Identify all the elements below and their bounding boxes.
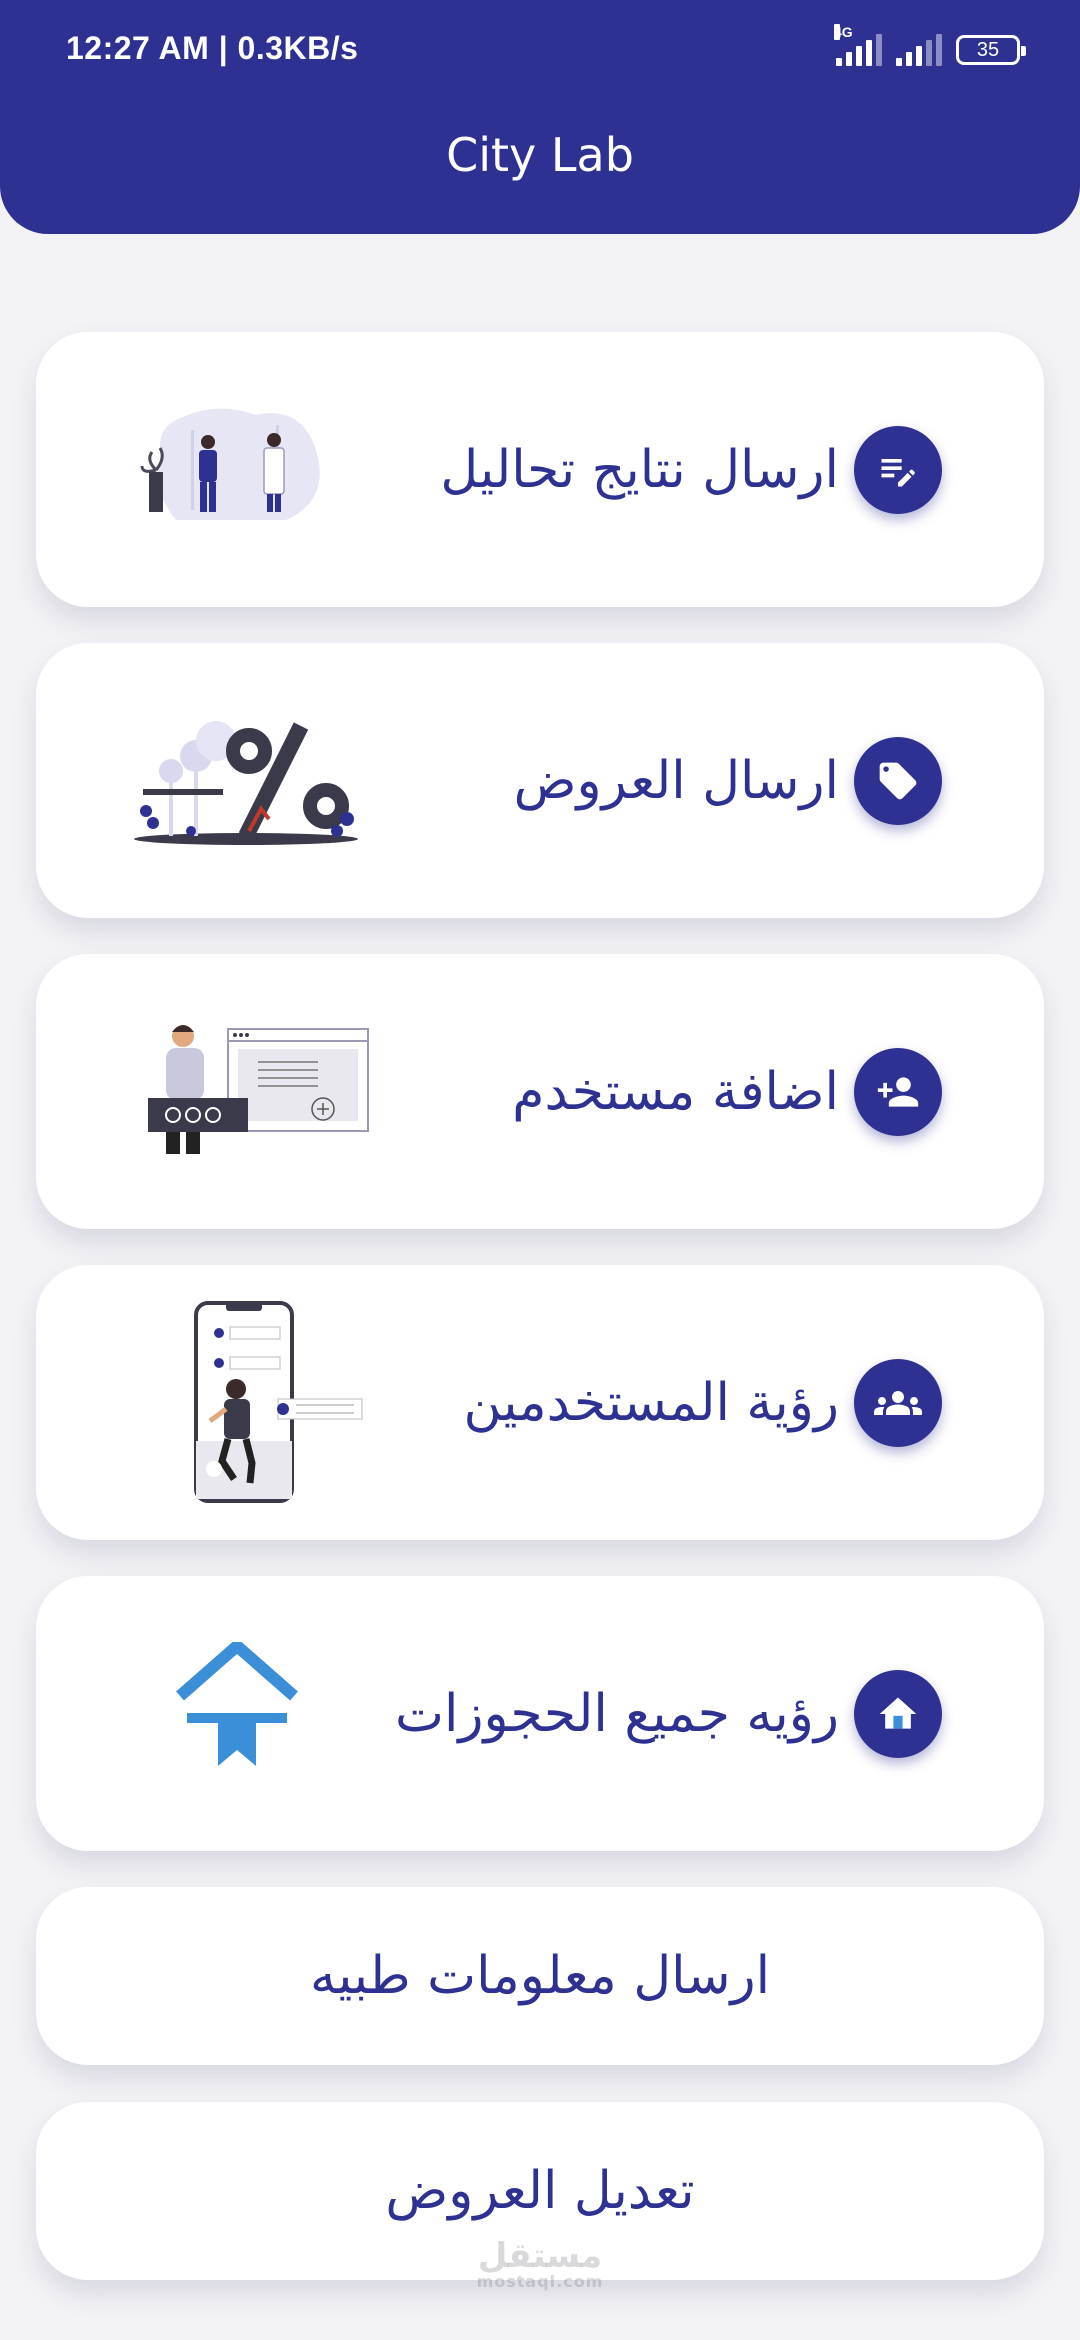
watermark-logo: مستقل mostaql.com (0, 2236, 1080, 2291)
group-icon (854, 1358, 942, 1447)
tag-icon (854, 736, 942, 825)
doctors-illustration (136, 400, 336, 534)
menu-card-send-offers[interactable]: ارسال العروض (36, 643, 1044, 918)
edit-note-icon (854, 425, 942, 514)
menu-label: رؤية المستخدمين (463, 1372, 839, 1433)
menu-label: اضافة مستخدم (512, 1061, 839, 1122)
menu-card-view-bookings[interactable]: رؤيه جميع الحجوزات (36, 1576, 1044, 1851)
discount-illustration (131, 711, 361, 855)
battery-level: 35 (976, 38, 1000, 61)
watermark-text: مستقل (477, 2236, 603, 2276)
menu-card-send-medical-info[interactable]: ارسال معلومات طبيه (36, 1887, 1044, 2065)
menu-label: رؤيه جميع الحجوزات (394, 1683, 839, 1744)
phone-user-illustration (156, 1300, 366, 1509)
signal-icon: 4G (834, 24, 882, 66)
menu-label: ارسال معلومات طبيه (309, 1946, 771, 2006)
home-icon (854, 1669, 942, 1758)
status-icons: 4G 35 (834, 24, 1026, 70)
person-add-icon (854, 1047, 942, 1136)
watermark-sub: mostaql.com (476, 2272, 604, 2291)
app-header: 12:27 AM | 0.3KB/s 4G 35 City Lab (0, 0, 1080, 234)
page-title: City Lab (446, 128, 634, 182)
status-time: 12:27 AM | 0.3KB/s (66, 30, 359, 66)
menu-label: ارسال العروض (513, 750, 839, 811)
signal-icon-2 (896, 34, 942, 66)
menu-label: ارسال نتايج تحاليل (440, 439, 839, 500)
network-type: 4G (834, 24, 853, 40)
battery-icon: 35 (956, 35, 1026, 65)
menu-card-view-users[interactable]: رؤية المستخدمين (36, 1265, 1044, 1540)
menu-card-send-results[interactable]: ارسال نتايج تحاليل (36, 332, 1044, 607)
menu-card-add-user[interactable]: اضافة مستخدم (36, 954, 1044, 1229)
house-bookmark-illustration (172, 1637, 302, 1776)
add-user-illustration (148, 1024, 378, 1168)
